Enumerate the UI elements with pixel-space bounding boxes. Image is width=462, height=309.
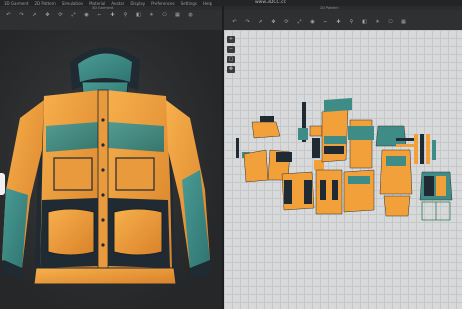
jacket-3d-model[interactable] bbox=[0, 30, 222, 309]
seam-icon[interactable]: ◉ bbox=[310, 20, 315, 25]
pin-icon[interactable]: ◉ bbox=[84, 13, 89, 18]
camera-icon[interactable]: ⎔ bbox=[162, 13, 167, 18]
menu-item-6[interactable]: Preferences bbox=[151, 1, 175, 6]
menu-item-1[interactable]: 2D Pattern bbox=[34, 1, 55, 6]
menu-item-3[interactable]: Material bbox=[89, 1, 105, 6]
menu-item-5[interactable]: Display bbox=[130, 1, 145, 6]
viewport-2d[interactable]: + − ▢ ✥ bbox=[224, 30, 462, 309]
toolbar-2d: ↶ ↷ ➚ ✥ ⟳ ⤢ ◉ ⌐ ✚ ⚲ ◧ ☀ ⎔ ▦ bbox=[224, 10, 462, 30]
redo-icon[interactable]: ↷ bbox=[19, 13, 24, 18]
grid-icon[interactable]: ▦ bbox=[175, 13, 180, 18]
select-pattern-icon[interactable]: ↶ bbox=[232, 20, 237, 25]
render-icon[interactable]: ◍ bbox=[188, 13, 193, 18]
symmetry-icon[interactable]: ▦ bbox=[401, 20, 406, 25]
scale-icon[interactable]: ⤢ bbox=[71, 13, 76, 18]
viewport-3d[interactable] bbox=[0, 30, 222, 309]
menu-item-2[interactable]: Simulation bbox=[62, 1, 83, 6]
edit-point-icon[interactable]: ↷ bbox=[245, 20, 250, 25]
tack-icon[interactable]: ✚ bbox=[110, 13, 115, 18]
texture-icon[interactable]: ⎔ bbox=[388, 20, 393, 25]
menu-item-7[interactable]: Settings bbox=[181, 1, 197, 6]
pattern-pieces[interactable] bbox=[224, 30, 462, 309]
flip-icon[interactable]: ☀ bbox=[375, 20, 380, 25]
app-title: www.3DCC.cc bbox=[255, 0, 287, 5]
menu-item-0[interactable]: 3D Garment bbox=[4, 1, 28, 6]
rectangle-icon[interactable]: ✥ bbox=[271, 20, 276, 25]
circle-icon[interactable]: ⟳ bbox=[284, 20, 289, 25]
internal-line-icon[interactable]: ✚ bbox=[336, 20, 341, 25]
toolbar-3d: ↶ ↷ ➚ ✥ ⟳ ⤢ ◉ ⌐ ✚ ⚲ ◧ ☀ ⎔ ▦ ◍ bbox=[0, 10, 222, 30]
menu-item-4[interactable]: Avatar bbox=[111, 1, 124, 6]
light-icon[interactable]: ☀ bbox=[149, 13, 154, 18]
view-icon[interactable]: ◧ bbox=[136, 13, 141, 18]
select-icon[interactable]: ➚ bbox=[32, 13, 37, 18]
rotate-icon[interactable]: ⟳ bbox=[58, 13, 63, 18]
move-icon[interactable]: ✥ bbox=[45, 13, 50, 18]
segment-icon[interactable]: ⌐ bbox=[323, 20, 328, 25]
undo-icon[interactable]: ↶ bbox=[6, 13, 11, 18]
fold-icon[interactable]: ⌐ bbox=[97, 13, 102, 18]
menu-item-8[interactable]: Help bbox=[203, 1, 212, 6]
notch-icon[interactable]: ⚲ bbox=[349, 20, 354, 25]
dart-icon[interactable]: ⤢ bbox=[297, 20, 302, 25]
polygon-icon[interactable]: ➚ bbox=[258, 20, 263, 25]
arrange-icon[interactable]: ◧ bbox=[362, 20, 367, 25]
zoom-icon[interactable]: ⚲ bbox=[123, 13, 128, 18]
menu-bar: 3D Garment 2D Pattern Simulation Material Av… bbox=[0, 0, 462, 6]
